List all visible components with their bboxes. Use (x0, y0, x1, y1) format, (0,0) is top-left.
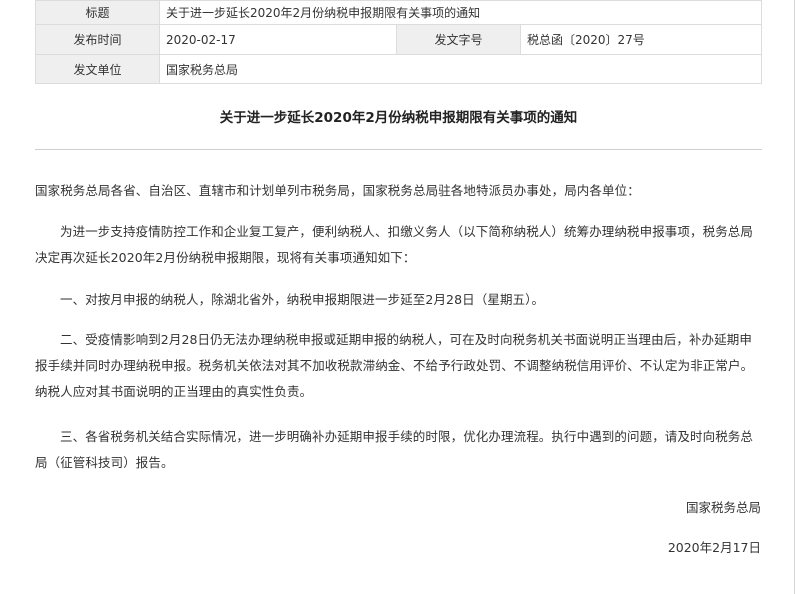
signature-date: 2020年2月17日 (667, 540, 761, 555)
paragraph-intro: 为进一步支持疫情防控工作和企业复工复产，便利纳税人、扣缴义务人（以下简称纳税人）… (35, 224, 754, 265)
meta-docno-value: 税总函〔2020〕27号 (520, 24, 762, 55)
salutation: 国家税务总局各省、自治区、直辖市和计划单列市税务局，国家税务总局驻各地特派员办事… (35, 183, 640, 198)
paragraph-item-2: 二、受疫情影响到2月28日仍无法办理纳税申报或延期申报的纳税人，可在及时向税务机… (35, 332, 754, 399)
document-meta-table: 标题 关于进一步延长2020年2月份纳税申报期限有关事项的通知 发布时间 202… (35, 0, 762, 84)
meta-issuer-label: 发文单位 (35, 54, 160, 84)
meta-title-value: 关于进一步延长2020年2月份纳税申报期限有关事项的通知 (159, 0, 762, 25)
meta-row-issuer: 发文单位 国家税务总局 (35, 54, 762, 84)
document-title: 关于进一步延长2020年2月份纳税申报期限有关事项的通知 (219, 110, 578, 126)
paragraph-item-1: 一、对按月申报的纳税人，除湖北省外，纳税申报期限进一步延至2月28日（星期五）。 (60, 292, 545, 307)
meta-date-label: 发布时间 (35, 24, 160, 55)
meta-row-title: 标题 关于进一步延长2020年2月份纳税申报期限有关事项的通知 (35, 0, 762, 25)
page-frame: 标题 关于进一步延长2020年2月份纳税申报期限有关事项的通知 发布时间 202… (0, 0, 795, 594)
paragraph-item-3: 三、各省税务机关结合实际情况，进一步明确补办延期申报手续的时限，优化办理流程。执… (35, 429, 754, 470)
title-divider (35, 149, 762, 150)
meta-docno-label: 发文字号 (396, 24, 521, 55)
meta-issuer-value: 国家税务总局 (159, 54, 762, 84)
signature-issuer: 国家税务总局 (685, 500, 761, 515)
meta-row-date: 发布时间 2020-02-17 发文字号 税总函〔2020〕27号 (35, 24, 762, 55)
meta-title-label: 标题 (35, 0, 160, 25)
meta-date-value: 2020-02-17 (159, 24, 397, 55)
